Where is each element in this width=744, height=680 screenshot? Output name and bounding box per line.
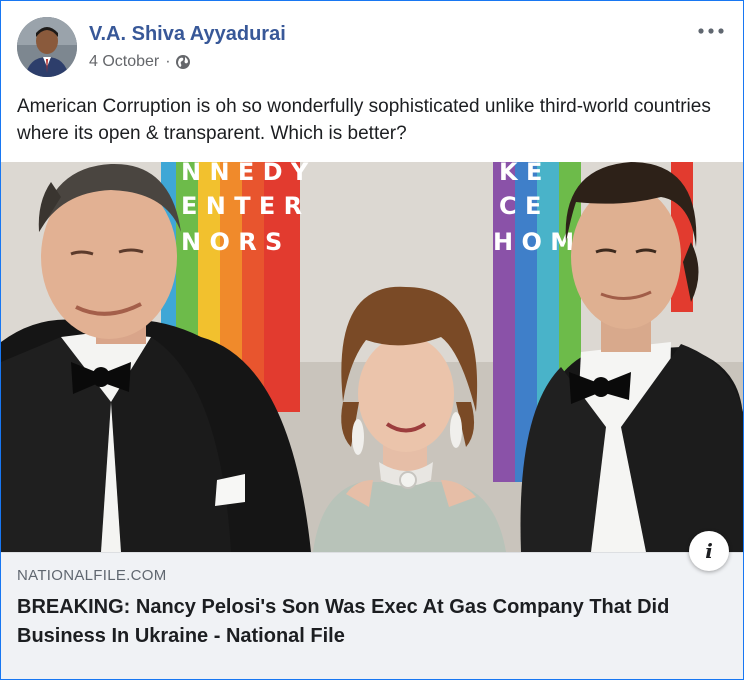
link-preview[interactable]: NATIONALFILE.COM BREAKING: Nancy Pelosi'… xyxy=(1,552,743,679)
author-avatar[interactable] xyxy=(17,17,77,77)
more-options-icon[interactable] xyxy=(695,19,727,43)
post-meta: 4 October · xyxy=(89,53,191,71)
post-photo[interactable]: N N E D Y E N T E R N O R S K E C E H O … xyxy=(1,162,743,552)
post-header: V.A. Shiva Ayyadurai 4 October · xyxy=(17,17,727,79)
info-icon[interactable]: i xyxy=(689,531,729,571)
backdrop-text-4: K E xyxy=(499,162,542,186)
backdrop-text-5: C E xyxy=(499,192,541,220)
link-headline[interactable]: BREAKING: Nancy Pelosi's Son Was Exec At… xyxy=(17,593,717,651)
backdrop-text-1: N N E D Y xyxy=(181,162,309,186)
facebook-post: V.A. Shiva Ayyadurai 4 October · America… xyxy=(0,0,744,680)
author-name[interactable]: V.A. Shiva Ayyadurai xyxy=(89,23,286,46)
avatar-image xyxy=(17,17,77,77)
meta-separator: · xyxy=(165,53,171,70)
post-text: American Corruption is oh so wonderfully… xyxy=(17,96,711,144)
link-domain: NATIONALFILE.COM xyxy=(17,567,167,584)
backdrop-text-6: H O M xyxy=(493,228,574,256)
post-date[interactable]: 4 October xyxy=(89,53,159,71)
backdrop-text-2: E N T E R xyxy=(181,192,302,220)
globe-icon[interactable] xyxy=(175,54,191,70)
photo-illustration: N N E D Y E N T E R N O R S K E C E H O … xyxy=(1,162,743,552)
backdrop-text-3: N O R S xyxy=(181,228,282,256)
